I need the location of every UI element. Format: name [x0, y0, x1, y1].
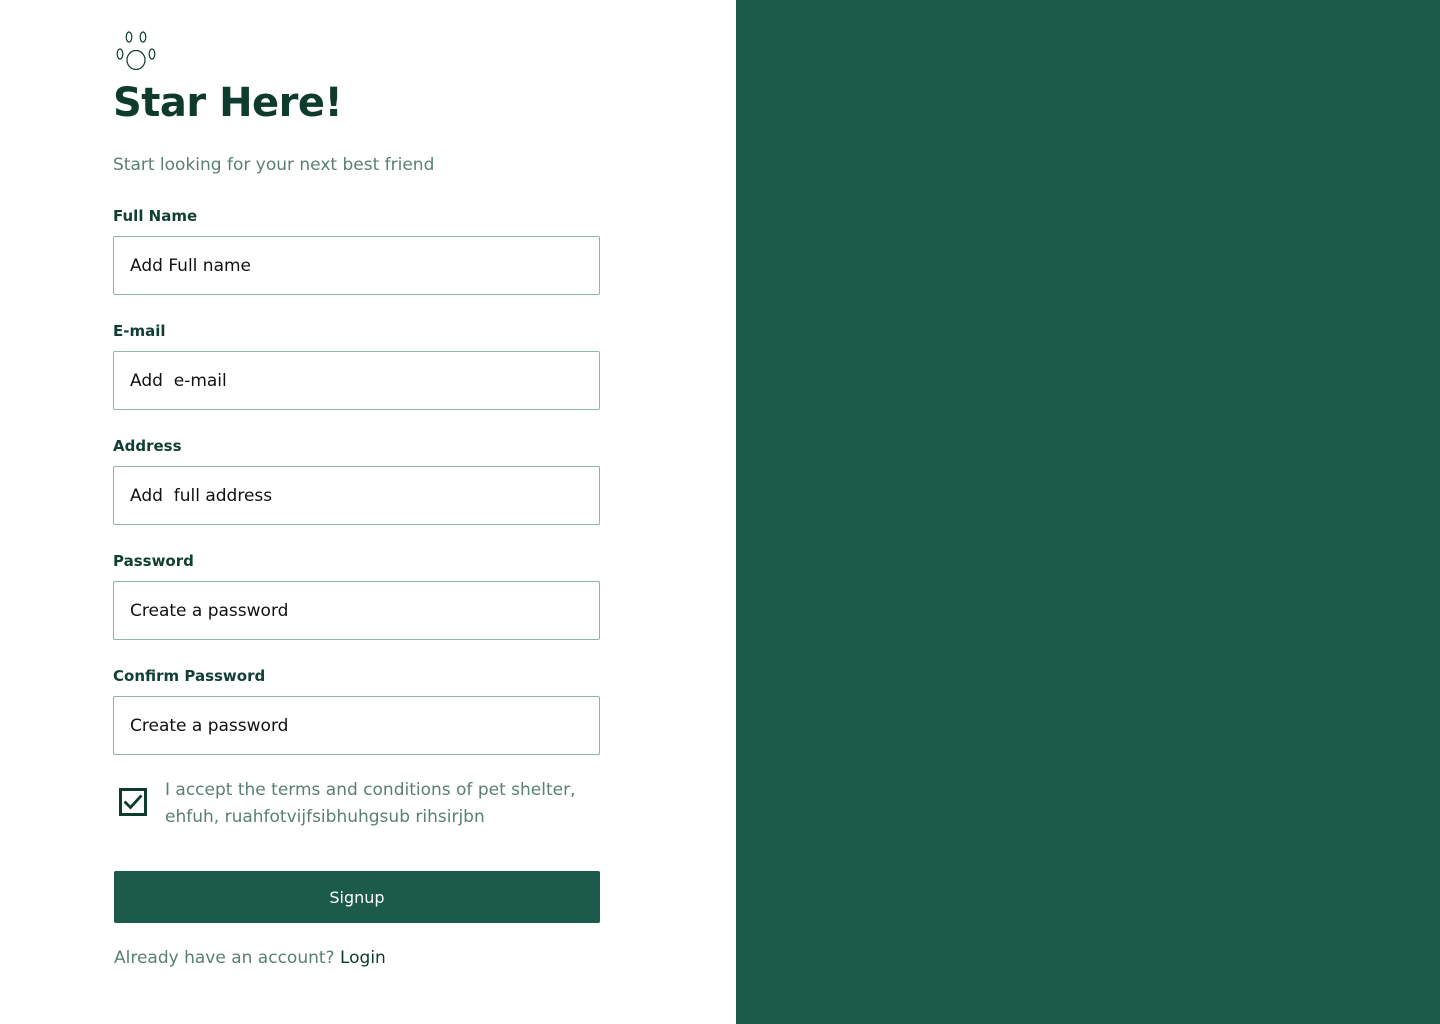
address-input[interactable] [114, 467, 599, 524]
email-input[interactable] [114, 352, 599, 409]
email-field-box [113, 351, 600, 410]
confirm-password-input[interactable] [114, 697, 599, 754]
password-label: Password [113, 552, 194, 570]
password-input[interactable] [114, 582, 599, 639]
login-link[interactable]: Login [340, 948, 386, 968]
paw-print-icon [116, 31, 156, 71]
page-title: Star Here! [113, 80, 343, 126]
password-field-box [113, 581, 600, 640]
signup-button[interactable]: Signup [114, 871, 600, 923]
login-prompt-row: Already have an account? Login [114, 948, 386, 968]
terms-row: I accept the terms and conditions of pet… [119, 777, 599, 833]
address-field-box [113, 466, 600, 525]
full-name-label: Full Name [113, 207, 198, 225]
terms-text: I accept the terms and conditions of pet… [165, 780, 576, 827]
hero-panel [736, 0, 1440, 1024]
page-subtitle: Start looking for your next best friend [113, 155, 435, 175]
signup-page: Star Here! Start looking for your next b… [0, 0, 1440, 1024]
terms-checkbox[interactable] [119, 788, 147, 816]
full-name-input[interactable] [114, 237, 599, 294]
address-label: Address [113, 437, 182, 455]
confirm-password-label: Confirm Password [113, 667, 266, 685]
full-name-field-box [113, 236, 600, 295]
email-label: E-mail [113, 322, 166, 340]
login-prompt-text: Already have an account? [114, 948, 335, 968]
confirm-password-field-box [113, 696, 600, 755]
signup-panel: Star Here! Start looking for your next b… [0, 0, 736, 1024]
